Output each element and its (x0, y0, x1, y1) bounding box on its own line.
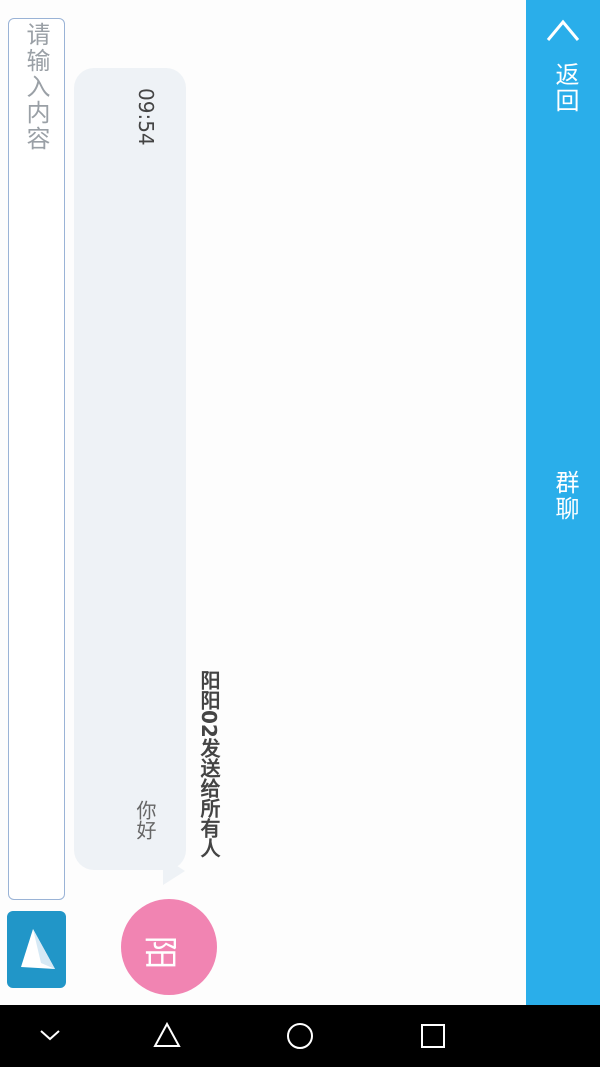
message-input-placeholder: 请输入内容 (22, 22, 50, 152)
chevron-down-icon[interactable] (38, 1025, 62, 1045)
back-button[interactable]: 返回 (548, 62, 583, 114)
message-time: 09:54 (134, 88, 158, 146)
recents-square-icon[interactable] (420, 1023, 446, 1049)
message-sender: 阳阳02发送给所有人 (197, 670, 221, 858)
avatar-initial: 阳 (139, 935, 180, 970)
send-icon (21, 929, 55, 969)
message-bubble (74, 68, 186, 870)
system-nav-bar (0, 1005, 600, 1067)
back-triangle-icon[interactable] (152, 1021, 182, 1049)
send-button[interactable] (7, 911, 66, 988)
page-title: 群聊 (551, 470, 579, 522)
home-circle-icon[interactable] (285, 1021, 315, 1051)
back-chevron-icon[interactable] (546, 14, 580, 48)
chat-screen: 返回 群聊 请输入内容 09:54 你好 阳阳02发送给所有人 阳 (0, 0, 600, 1005)
message-bubble-tail (163, 857, 185, 885)
message-text: 你好 (133, 800, 157, 840)
